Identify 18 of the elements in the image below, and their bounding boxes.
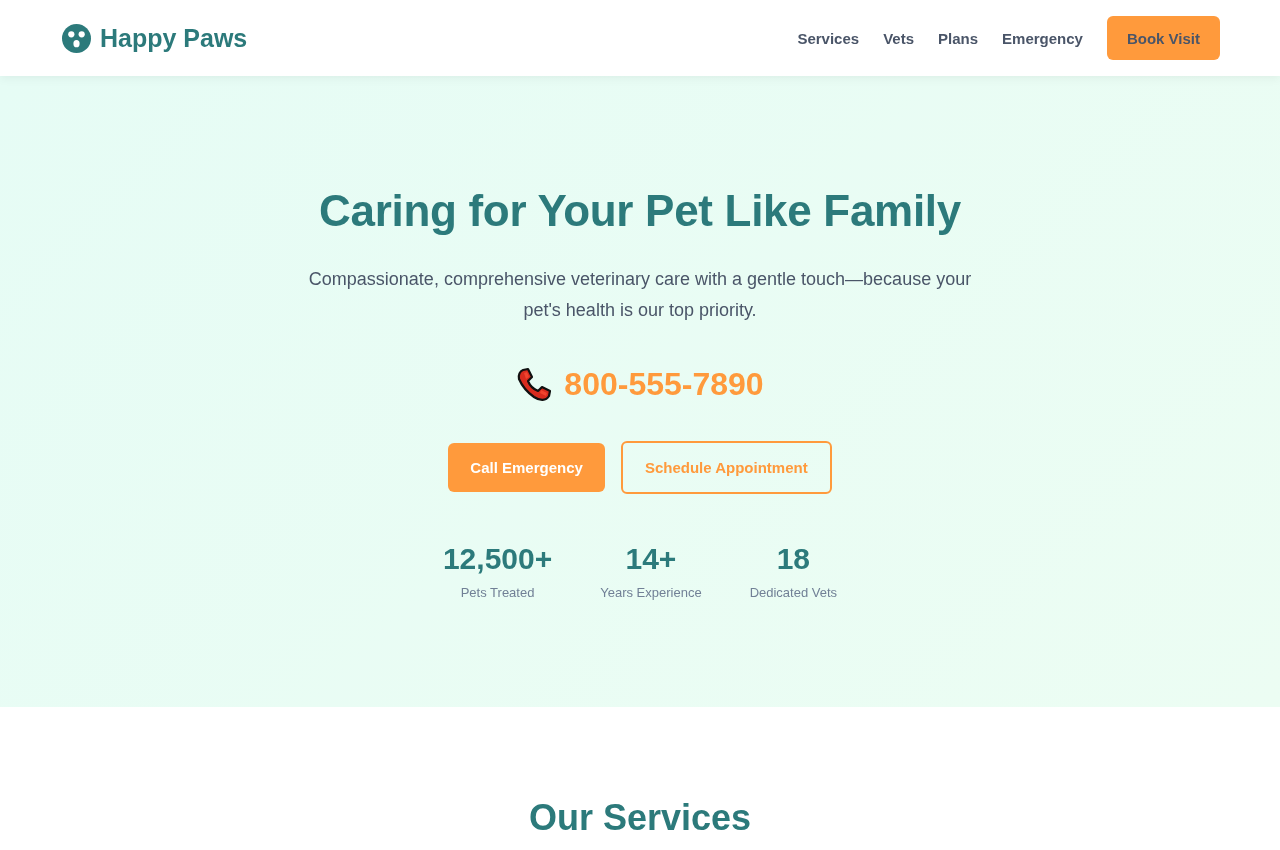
stat-label: Pets Treated <box>460 585 535 600</box>
book-visit-button[interactable]: Book Visit <box>1106 16 1220 60</box>
section-title: Our Services <box>528 797 752 839</box>
nav-link[interactable]: Services <box>797 29 860 47</box>
stat-label: Years Experience <box>600 585 702 600</box>
stat-value: 18 <box>776 542 811 576</box>
nav-link[interactable]: Vets <box>883 29 914 47</box>
nav-link[interactable]: Emergency <box>1002 29 1083 47</box>
nav-link[interactable]: Plans <box>938 29 979 47</box>
hero-subtitle: Compassionate, comprehensive veterinary care with a gentle touch—because your pet's health is our top priority. <box>307 268 973 322</box>
hero-title: Caring for Your Pet Like Family <box>319 186 961 236</box>
logo-face-icon <box>62 23 91 53</box>
stat-value: 12,500+ <box>442 542 553 576</box>
stat-label: Dedicated Vets <box>749 585 838 600</box>
phone-number: 800-555-7890 <box>564 366 764 403</box>
stat-value: 14+ <box>625 542 677 576</box>
logo-text[interactable]: Happy Paws <box>100 23 248 53</box>
phone-icon <box>516 366 553 403</box>
